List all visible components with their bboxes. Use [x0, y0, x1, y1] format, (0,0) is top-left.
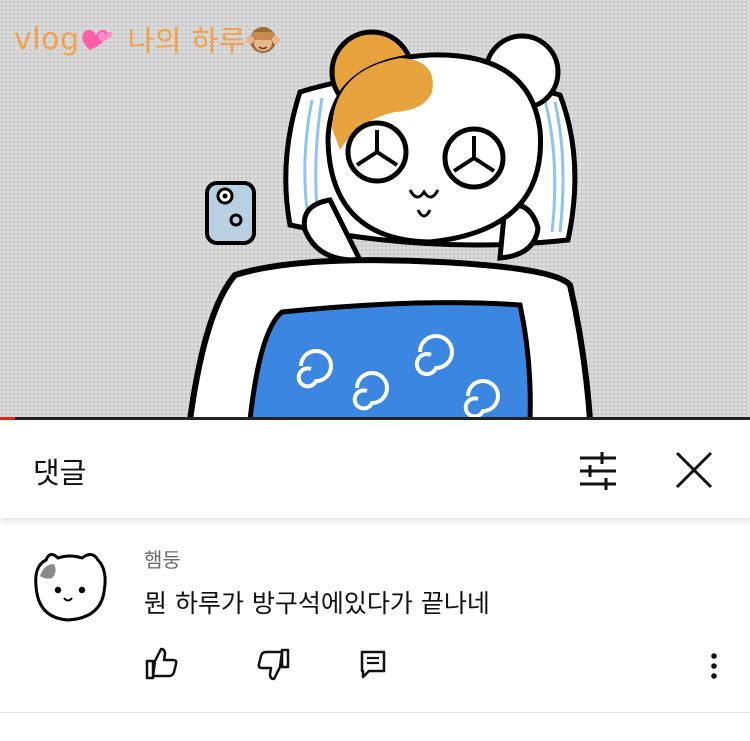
close-icon: [675, 451, 713, 489]
more-options-button[interactable]: [700, 648, 728, 684]
right-eye: [442, 126, 506, 190]
more-vert-icon: [711, 653, 717, 679]
video-title-text: 나의 하루: [127, 24, 246, 58]
dislike-button[interactable]: [256, 646, 292, 682]
video-title-vlog: vlog: [14, 21, 80, 57]
hamster-in-bed-illustration: [186, 29, 594, 420]
comment-author[interactable]: 햄둥: [144, 544, 181, 573]
heart-icon: [81, 30, 112, 50]
video-progress-fill: [0, 417, 15, 420]
avatar[interactable]: [28, 546, 110, 626]
video-player[interactable]: vlog 나의 하루: [0, 0, 750, 420]
close-comments-button[interactable]: [668, 444, 720, 496]
like-button[interactable]: [143, 646, 179, 682]
thumbs-down-icon: [257, 648, 290, 681]
reply-icon: [360, 650, 386, 679]
see-no-evil-monkey-icon: [245, 27, 280, 53]
reply-button[interactable]: [355, 646, 391, 682]
comments-title: 댓글: [33, 456, 87, 490]
blanket: [186, 257, 594, 420]
hamster-head: [325, 52, 544, 245]
comments-header: 댓글: [0, 422, 750, 518]
sort-comments-button[interactable]: [572, 448, 624, 494]
comment-item: 햄둥 뭔 하루가 방구석에있다가 끝나네: [0, 530, 750, 710]
divider: [0, 712, 750, 713]
sliders-icon: [580, 452, 616, 490]
thumbs-up-icon: [145, 647, 178, 680]
video-title-overlay: vlog 나의 하루: [14, 18, 280, 60]
phone-illustration: [205, 181, 256, 245]
left-eye: [345, 120, 409, 184]
video-progress-bar[interactable]: [0, 417, 750, 420]
comment-text: 뭔 하루가 방구석에있다가 끝나네: [144, 589, 490, 618]
